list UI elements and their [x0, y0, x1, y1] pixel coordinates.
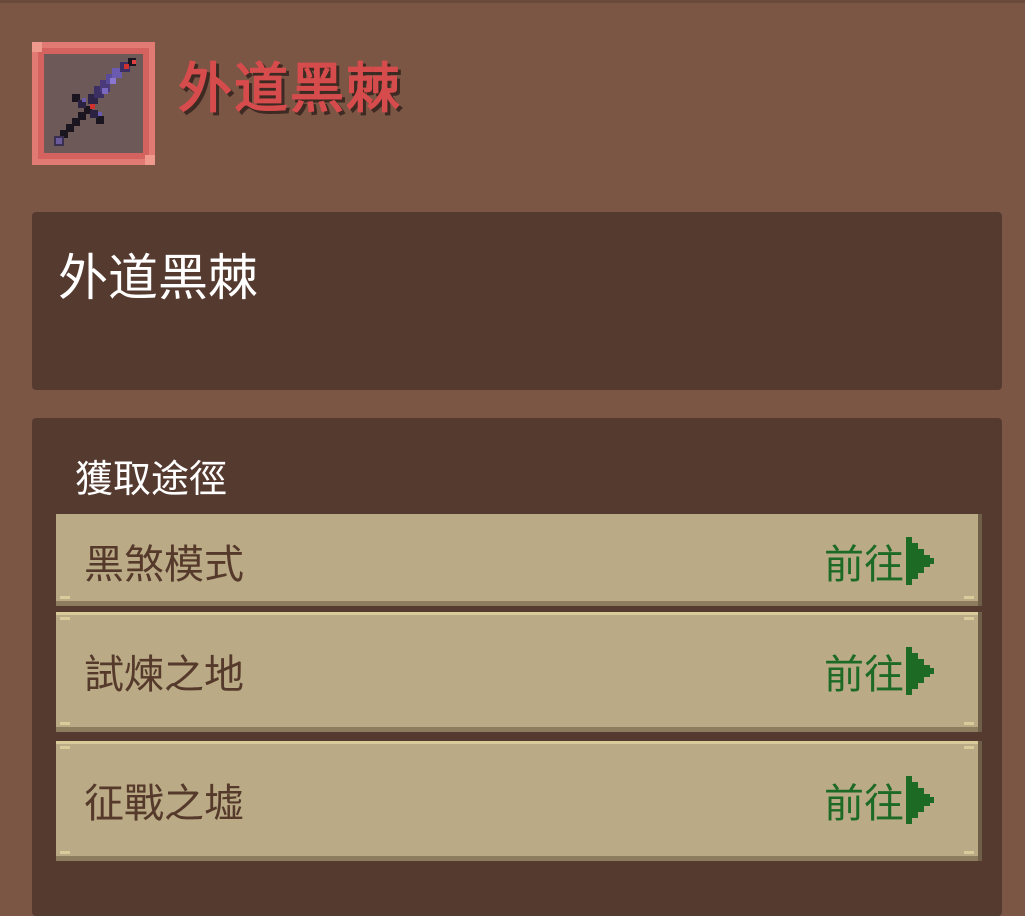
item-title: 外道黑棘	[178, 57, 402, 120]
goto-button[interactable]: 前往	[824, 771, 936, 829]
source-row-label: 試煉之地	[84, 652, 244, 698]
item-icon-slot	[44, 54, 143, 153]
play-arrow-icon	[906, 647, 936, 695]
source-row-1[interactable]: 黑煞模式 前往	[56, 514, 978, 606]
description-panel: 外道黑棘	[32, 212, 1002, 390]
top-border	[0, 0, 1025, 3]
goto-button[interactable]: 前往	[824, 642, 936, 700]
goto-label: 前往	[824, 541, 904, 588]
item-detail-screen: 外道黑棘 外道黑棘 獲取途徑 黑煞模式 前往 試煉之地 前往 征戰之墟 前往	[0, 0, 1025, 916]
source-list[interactable]: 黑煞模式 前往 試煉之地 前往 征戰之墟 前往	[52, 514, 982, 874]
source-row-3[interactable]: 征戰之墟 前往	[56, 741, 978, 861]
goto-button[interactable]: 前往	[824, 532, 936, 590]
item-icon-frame	[32, 42, 155, 165]
description-text: 外道黑棘	[58, 249, 258, 307]
dark-spear-icon	[54, 58, 136, 146]
source-row-label: 征戰之墟	[84, 781, 244, 827]
play-arrow-icon	[906, 776, 936, 824]
acquisition-panel: 獲取途徑 黑煞模式 前往 試煉之地 前往 征戰之墟 前往	[32, 418, 1002, 916]
source-row-2[interactable]: 試煉之地 前往	[56, 612, 978, 732]
play-arrow-icon	[906, 536, 936, 585]
source-row-label: 黑煞模式	[84, 541, 244, 588]
goto-label: 前往	[824, 781, 904, 827]
acquisition-title: 獲取途徑	[75, 457, 228, 501]
goto-label: 前往	[824, 652, 904, 698]
